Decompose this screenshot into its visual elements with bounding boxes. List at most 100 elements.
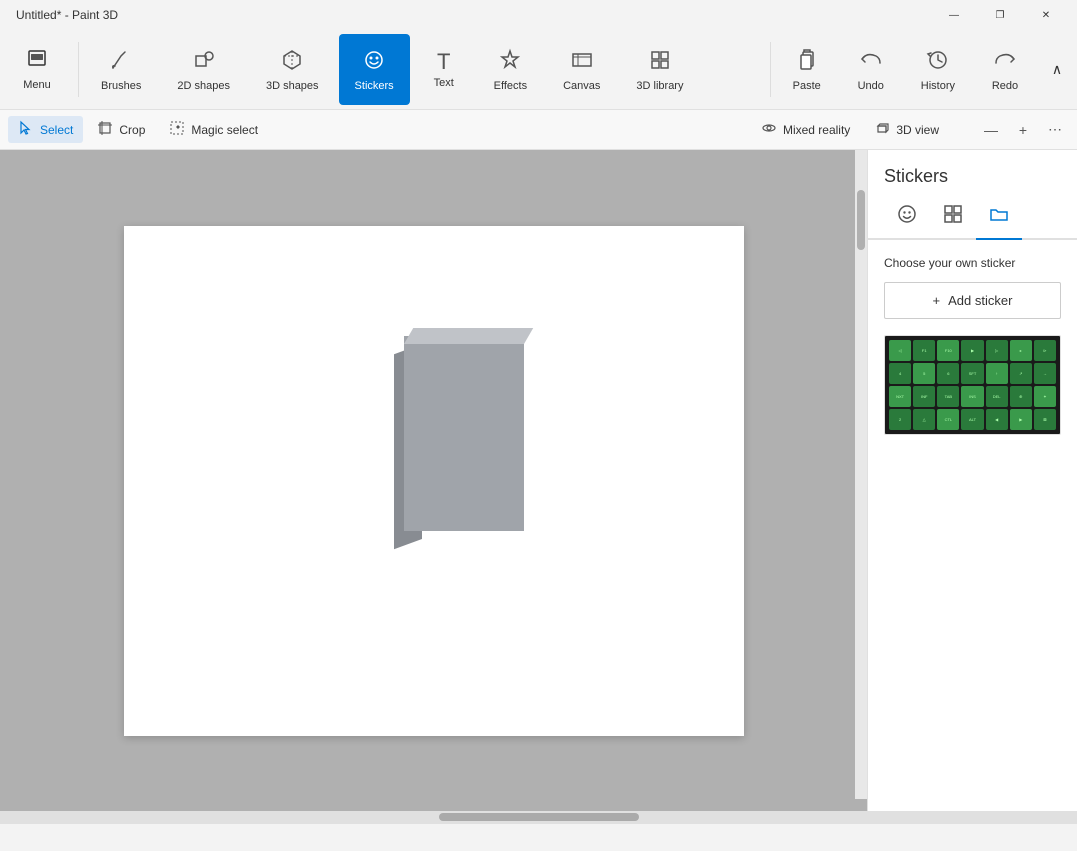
key-cell: ⊠ [1034, 409, 1056, 430]
3dview-subtool[interactable]: 3D view [864, 116, 949, 143]
minimize-button[interactable]: — [931, 0, 977, 30]
stickers-button[interactable]: Stickers [339, 34, 410, 105]
mixed-reality-subtool[interactable]: Mixed reality [751, 116, 860, 143]
zoom-out-button[interactable]: — [977, 116, 1005, 144]
key-cell: 4 [889, 363, 911, 384]
more-options-button[interactable]: ⋯ [1041, 116, 1069, 144]
menu-button[interactable]: Menu [2, 34, 72, 105]
magic-select-label: Magic select [191, 123, 258, 137]
history-button[interactable]: History [905, 34, 971, 105]
menu-icon [26, 49, 48, 75]
panel-title: Stickers [868, 150, 1077, 195]
horizontal-scrollbar[interactable] [0, 811, 1077, 823]
canvas-button[interactable]: Canvas [547, 34, 616, 105]
select-label: Select [40, 123, 73, 137]
text-label: Text [434, 77, 454, 89]
3dshapes-icon [280, 48, 304, 76]
emoji-icon [896, 203, 918, 225]
select-subtool[interactable]: Select [8, 116, 83, 143]
brushes-icon [109, 48, 133, 76]
key-cell: 2 [889, 409, 911, 430]
zoom-in-button[interactable]: + [1009, 116, 1037, 144]
3dview-label: 3D view [896, 123, 939, 137]
grid-icon [942, 203, 964, 225]
redo-label: Redo [992, 80, 1018, 92]
canvas-label: Canvas [563, 80, 600, 92]
key-cell: INF [913, 386, 935, 407]
shape-front-face [404, 336, 524, 531]
maximize-button[interactable]: ❐ [977, 0, 1023, 30]
key-cell: ◁ [889, 340, 911, 361]
3dshapes-button[interactable]: 3D shapes [250, 34, 335, 105]
brushes-button[interactable]: Brushes [85, 34, 157, 105]
effects-icon [498, 48, 522, 76]
3d-shape [394, 336, 524, 536]
key-cell: F10 [937, 340, 959, 361]
paste-button[interactable]: Paste [777, 34, 837, 105]
paste-icon [795, 48, 819, 76]
collapse-icon: ∧ [1052, 61, 1062, 78]
key-cell: ▸ [1010, 340, 1032, 361]
magic-select-subtool[interactable]: Magic select [159, 116, 268, 143]
vertical-scrollbar[interactable] [855, 150, 867, 799]
canvas-area[interactable] [0, 150, 867, 811]
key-cell: DEL [986, 386, 1008, 407]
key-cell: 6 [937, 363, 959, 384]
select-icon [18, 120, 34, 139]
tab-emoji[interactable] [884, 195, 930, 240]
panel-content: Choose your own sticker + Add sticker ◁ … [868, 240, 1077, 811]
key-cell: → [1034, 363, 1056, 384]
sub-toolbar: Select Crop Magic select [0, 110, 1077, 150]
paste-label: Paste [793, 80, 821, 92]
add-sticker-button[interactable]: + Add sticker [884, 282, 1061, 319]
key-cell: ▷ [986, 340, 1008, 361]
3dlibrary-label: 3D library [636, 80, 683, 92]
3dshapes-label: 3D shapes [266, 80, 319, 92]
undo-button[interactable]: Undo [841, 34, 901, 105]
key-cell: ⊳ [1034, 340, 1056, 361]
undo-icon [859, 48, 883, 76]
close-button[interactable]: ✕ [1023, 0, 1069, 30]
tab-folder[interactable] [976, 195, 1022, 240]
shape-top-face [404, 328, 533, 344]
collapse-button[interactable]: ∧ [1039, 34, 1075, 105]
redo-button[interactable]: Redo [975, 34, 1035, 105]
2dshapes-button[interactable]: 2D shapes [161, 34, 246, 105]
stickers-label: Stickers [355, 80, 394, 92]
sticker-item[interactable]: ◁ F1 F10 ▶ ▷ ▸ ⊳ 4 5 6 SFT ↑ ↗ → [884, 335, 1061, 435]
key-cell: ▶ [961, 340, 983, 361]
key-cell: ▶ [1010, 409, 1032, 430]
text-icon: T [437, 51, 450, 73]
menu-label: Menu [23, 79, 51, 91]
tab-grid[interactable] [930, 195, 976, 240]
stickers-panel: Stickers [867, 150, 1077, 811]
key-cell: ⊕ [1010, 386, 1032, 407]
key-cell: SFT [961, 363, 983, 384]
crop-label: Crop [119, 123, 145, 137]
main-toolbar: Menu Brushes 2D shapes [0, 30, 1077, 110]
add-sticker-label: Add sticker [948, 293, 1012, 308]
3dlibrary-icon [648, 48, 672, 76]
vertical-scroll-thumb [857, 190, 865, 250]
text-button[interactable]: T Text [414, 34, 474, 105]
crop-subtool[interactable]: Crop [87, 116, 155, 143]
mixed-reality-icon [761, 120, 777, 139]
2dshapes-icon [192, 48, 216, 76]
effects-button[interactable]: Effects [478, 34, 543, 105]
canvas-icon [570, 48, 594, 76]
app-title: Untitled* - Paint 3D [16, 8, 118, 22]
key-cell: NXT [889, 386, 911, 407]
magic-select-icon [169, 120, 185, 139]
key-cell: ↑ [986, 363, 1008, 384]
3dlibrary-button[interactable]: 3D library [620, 34, 699, 105]
history-label: History [921, 80, 955, 92]
sticker-section-label: Choose your own sticker [884, 256, 1061, 270]
toolbar-sep-1 [78, 42, 79, 97]
stickers-icon [362, 48, 386, 76]
canvas-sheet [124, 226, 744, 736]
key-cell: TAB [937, 386, 959, 407]
key-cell: F1 [913, 340, 935, 361]
main-area: Stickers [0, 150, 1077, 811]
crop-icon [97, 120, 113, 139]
sticker-keyboard-image: ◁ F1 F10 ▶ ▷ ▸ ⊳ 4 5 6 SFT ↑ ↗ → [885, 336, 1060, 434]
